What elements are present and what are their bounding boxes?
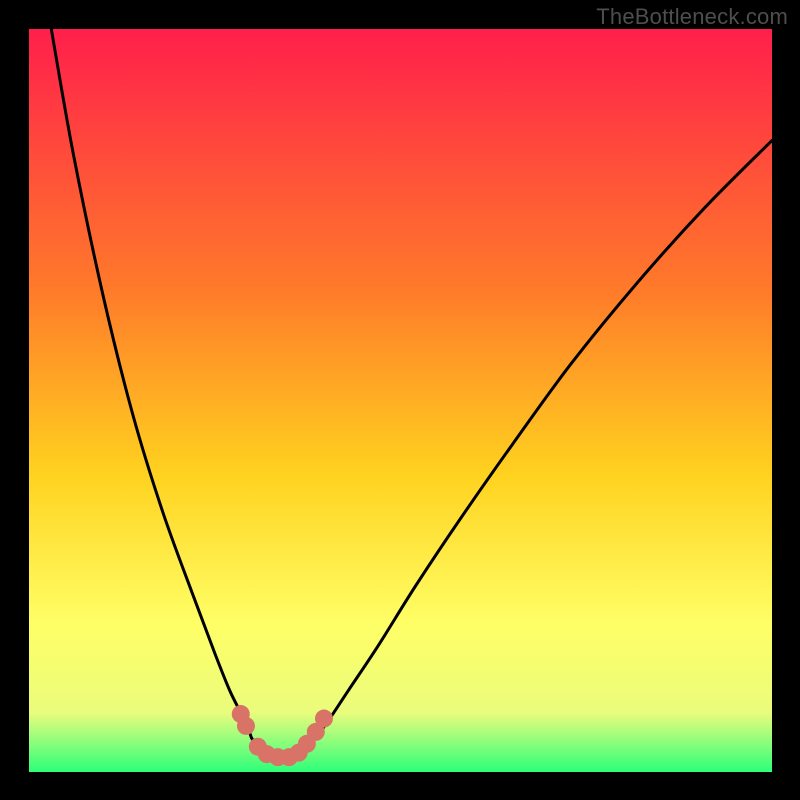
data-marker [237, 717, 255, 735]
data-marker [315, 710, 333, 728]
chart-frame: TheBottleneck.com [0, 0, 800, 800]
watermark-text: TheBottleneck.com [596, 4, 788, 30]
bottleneck-chart [0, 0, 800, 800]
gradient-background [29, 29, 772, 772]
